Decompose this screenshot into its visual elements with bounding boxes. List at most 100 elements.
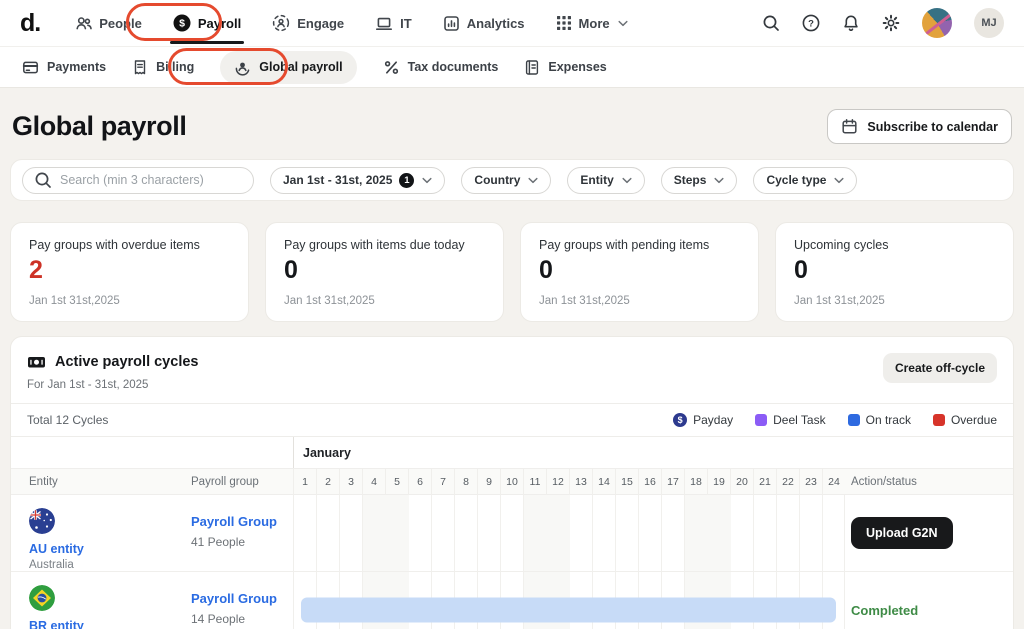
filter-dropdowns: Country Entity Steps Cycle type: [461, 166, 858, 194]
day-grid-area: [293, 495, 845, 571]
filter-bar: Jan 1st - 31st, 2025 1 Country Entity Step…: [10, 159, 1014, 201]
subnav-item-tax-documents[interactable]: Tax documents: [383, 59, 499, 76]
nav-item-people[interactable]: People: [64, 7, 153, 40]
date-filter-count-badge: 1: [399, 172, 415, 188]
cycle-rows: AU entity Australia Payroll Group 41 People…: [11, 495, 1013, 629]
nav-item-more[interactable]: More: [545, 7, 639, 39]
payroll-icon: $: [173, 14, 191, 32]
entity-cell: BR entityBrazil: [11, 572, 181, 629]
day-number: 20: [730, 469, 753, 495]
bell-icon[interactable]: [842, 14, 860, 32]
engage-icon: [272, 14, 290, 32]
stat-value: 0: [794, 256, 808, 284]
table-row-br-entity: BR entityBrazil Payroll Group 14 People Com…: [11, 572, 1013, 629]
deel-logo[interactable]: d.: [20, 9, 41, 38]
search-input[interactable]: [60, 173, 242, 187]
subnav-item-payments[interactable]: Payments: [22, 59, 106, 76]
payday-icon: $: [673, 413, 688, 427]
payroll-group-link[interactable]: Payroll Group: [191, 591, 293, 606]
day-number: 21: [753, 469, 776, 495]
stat-card-pay-groups-with-pending-items: Pay groups with pending items 0 Jan 1st 31…: [520, 222, 759, 322]
expenses-icon: [524, 59, 540, 76]
create-off-cycle-button[interactable]: Create off-cycle: [882, 353, 997, 383]
legend-item-payday: $ Payday: [673, 413, 733, 427]
day-number: 19: [707, 469, 730, 495]
main-nav: People $ Payroll Engage IT Analytics More: [64, 6, 639, 44]
dropdown-label: Cycle type: [766, 173, 827, 187]
nav-item-label: Engage: [297, 15, 345, 31]
nav-item-label: More: [578, 15, 610, 31]
stat-value: 2: [29, 256, 43, 284]
entity-link[interactable]: AU entity: [29, 542, 181, 556]
nav-item-label: People: [99, 15, 142, 31]
month-header-row: January: [11, 436, 1013, 468]
filter-dropdown-cycle-type[interactable]: Cycle type: [753, 166, 858, 194]
column-header-group: Payroll group: [191, 476, 259, 488]
search-box[interactable]: [22, 166, 254, 194]
subscribe-to-calendar-button[interactable]: Subscribe to calendar: [827, 109, 1012, 144]
date-range-label: Jan 1st - 31st, 2025: [283, 173, 393, 187]
subnav-item-label: Tax documents: [407, 60, 499, 74]
sub-nav: Payments Billing Global payroll Tax documen…: [0, 46, 1024, 88]
day-number: 13: [569, 469, 592, 495]
month-label: January: [293, 437, 845, 468]
subnav-item-billing[interactable]: Billing: [132, 59, 194, 76]
day-number: 22: [776, 469, 799, 495]
group-people-count: 14 People: [191, 612, 246, 626]
legend-item-deel-task: Deel Task: [755, 413, 826, 427]
day-number: 18: [684, 469, 707, 495]
help-icon[interactable]: ?: [802, 14, 820, 32]
org-avatar[interactable]: [922, 8, 952, 38]
subscribe-label: Subscribe to calendar: [867, 119, 998, 134]
nav-item-payroll[interactable]: $ Payroll: [162, 6, 252, 44]
people-icon: [75, 15, 93, 32]
cash-icon: [27, 353, 46, 371]
cycle-gantt-bar[interactable]: [301, 597, 836, 623]
day-number: 14: [592, 469, 615, 495]
nav-item-it[interactable]: IT: [364, 7, 423, 40]
stat-caption: Jan 1st 31st,2025: [539, 294, 630, 307]
weekend-shade: [708, 495, 731, 571]
day-number: 12: [546, 469, 569, 495]
subnav-item-expenses[interactable]: Expenses: [524, 59, 607, 76]
top-nav: d. People $ Payroll Engage IT Analytics More ?…: [0, 0, 1024, 46]
chevron-down-icon: [622, 177, 632, 184]
action-cell: Completed: [845, 572, 1013, 629]
day-number: 2: [316, 469, 339, 495]
day-number: 5: [385, 469, 408, 495]
user-avatar[interactable]: MJ: [974, 8, 1004, 38]
day-number: 17: [661, 469, 684, 495]
subnav-item-label: Expenses: [548, 60, 607, 74]
filter-dropdown-entity[interactable]: Entity: [567, 166, 645, 194]
subnav-item-global-payroll[interactable]: Global payroll: [220, 50, 357, 84]
payroll-group-link[interactable]: Payroll Group: [191, 514, 293, 529]
nav-item-label: Payroll: [197, 15, 242, 31]
chart-legend: $ Payday Deel Task On track Overdue: [673, 413, 997, 427]
search-icon[interactable]: [762, 14, 780, 32]
filter-dropdown-country[interactable]: Country: [461, 166, 552, 194]
it-icon: [375, 15, 393, 32]
nav-item-analytics[interactable]: Analytics: [432, 7, 536, 40]
stat-label: Pay groups with items due today: [284, 238, 465, 252]
top-nav-tools: ? MJ: [762, 8, 1004, 38]
nav-item-engage[interactable]: Engage: [261, 6, 355, 40]
weekend-shade: [524, 495, 547, 571]
tax-percent-icon: [383, 59, 400, 76]
entity-link[interactable]: BR entity: [29, 619, 181, 629]
day-number: 9: [477, 469, 500, 495]
day-grid-area: [293, 572, 845, 629]
filter-dropdown-steps[interactable]: Steps: [660, 166, 738, 194]
nav-item-label: IT: [400, 15, 412, 31]
subnav-item-label: Billing: [156, 60, 195, 74]
legend-item-on-track: On track: [847, 413, 911, 427]
section-subtitle: For Jan 1st - 31st, 2025: [27, 379, 149, 391]
upload-g2n-button[interactable]: Upload G2N: [851, 517, 953, 549]
legend-swatch: [932, 414, 945, 426]
day-number: 7: [431, 469, 454, 495]
date-range-filter[interactable]: Jan 1st - 31st, 2025 1: [270, 166, 446, 194]
stat-caption: Jan 1st 31st,2025: [284, 294, 375, 307]
payments-icon: [22, 59, 39, 76]
global-payroll-icon: [234, 59, 251, 76]
stat-card-pay-groups-with-overdue-items: Pay groups with overdue items 2 Jan 1st 31…: [10, 222, 249, 322]
gear-icon[interactable]: [882, 14, 900, 32]
